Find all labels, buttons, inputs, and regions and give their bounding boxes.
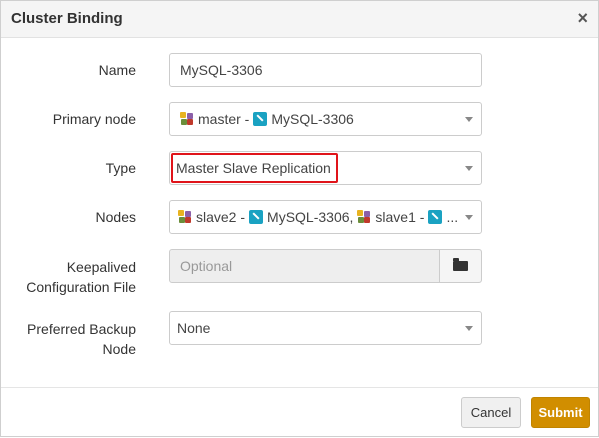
cluster-binding-dialog: Cluster Binding × Name MySQL-3306 Primar… — [0, 0, 599, 437]
backup-node-label-line2: Node — [102, 341, 136, 357]
backup-node-label: Preferred Backup Node — [27, 319, 136, 359]
primary-node-db: MySQL-3306 — [271, 111, 354, 127]
chevron-down-icon — [465, 166, 473, 171]
backup-node-value: None — [177, 320, 211, 336]
keepalived-file-input[interactable]: Optional — [169, 249, 482, 283]
name-label: Name — [98, 62, 136, 78]
nodes-label: Nodes — [95, 209, 136, 225]
keepalived-label-line2: Configuration File — [26, 279, 136, 295]
chevron-down-icon — [465, 326, 473, 331]
nodes-ellipsis: ... — [446, 209, 459, 225]
close-icon[interactable]: × — [577, 9, 588, 27]
keepalived-placeholder: Optional — [180, 258, 233, 274]
folder-open-icon — [453, 258, 468, 271]
node-icon — [178, 210, 192, 224]
dialog-title: Cluster Binding — [11, 10, 123, 27]
keepalived-label: Keepalived Configuration File — [26, 257, 136, 297]
primary-node-label: Primary node — [52, 111, 136, 127]
nodes-select[interactable]: slave2 - MySQL-3306, slave1 - ... — [169, 200, 482, 234]
dialog-header: Cluster Binding × — [1, 1, 598, 38]
mysql-icon — [253, 112, 268, 126]
mysql-icon — [249, 210, 264, 224]
name-input[interactable]: MySQL-3306 — [169, 53, 482, 87]
submit-button[interactable]: Submit — [531, 397, 590, 428]
chevron-down-icon — [465, 215, 473, 220]
nodes-item-1-db: MySQL-3306, — [267, 209, 354, 225]
backup-node-select[interactable]: None — [169, 311, 482, 345]
primary-node-name: master - — [198, 111, 250, 127]
chevron-down-icon — [465, 117, 473, 122]
type-select[interactable]: Master Slave Replication — [169, 151, 482, 185]
name-value: MySQL-3306 — [180, 62, 263, 78]
node-icon — [357, 210, 371, 224]
type-label: Type — [105, 160, 136, 176]
type-value: Master Slave Replication — [176, 160, 331, 176]
backup-node-label-line1: Preferred Backup — [27, 321, 136, 337]
cancel-button[interactable]: Cancel — [461, 397, 521, 428]
primary-node-select[interactable]: master - MySQL-3306 — [169, 102, 482, 136]
mysql-icon — [428, 210, 443, 224]
browse-button[interactable] — [439, 250, 481, 282]
nodes-item-2-name: slave1 - — [375, 209, 425, 225]
node-icon — [180, 112, 194, 126]
nodes-item-1-name: slave2 - — [196, 209, 246, 225]
keepalived-label-line1: Keepalived — [66, 259, 136, 275]
